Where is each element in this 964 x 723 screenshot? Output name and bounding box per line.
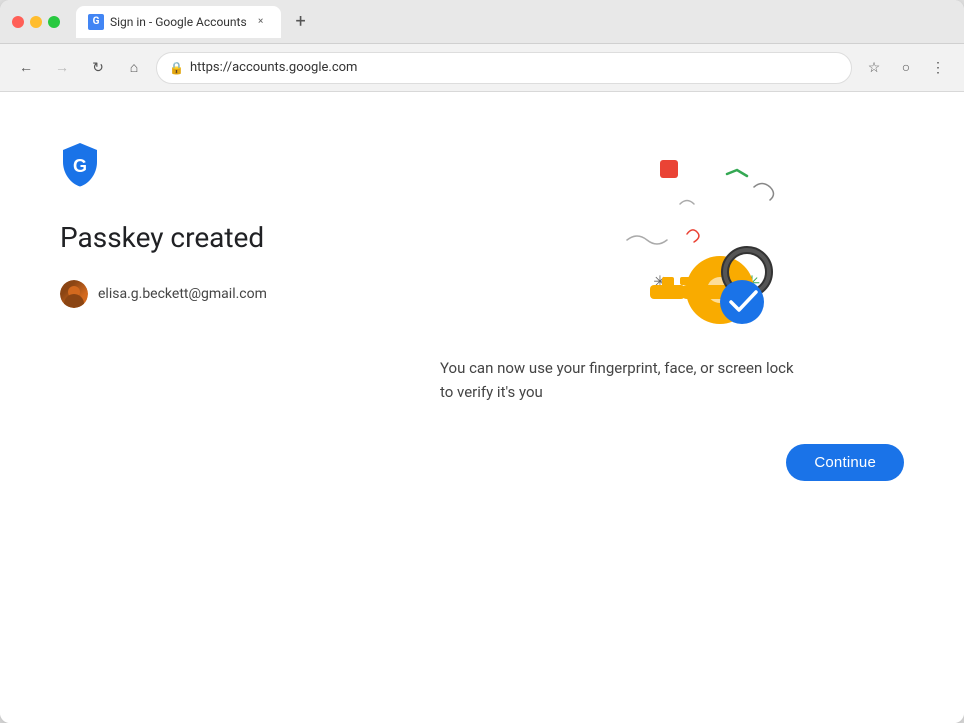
new-tab-button[interactable]: + [287, 8, 315, 36]
profile-button[interactable]: ○ [892, 54, 920, 82]
refresh-button[interactable]: ↻ [84, 54, 112, 82]
maximize-window-button[interactable] [48, 16, 60, 28]
right-panel: ✳ ✳ [440, 132, 904, 683]
user-info: elisa.g.beckett@gmail.com [60, 280, 440, 308]
continue-button[interactable]: Continue [786, 444, 904, 481]
avatar [60, 280, 88, 308]
bookmark-button[interactable]: ☆ [860, 54, 888, 82]
avatar-image [60, 280, 88, 308]
title-bar: G Sign in - Google Accounts × + [0, 0, 964, 44]
main-content: G Passkey created elisa.g.beckett@gmail.… [0, 92, 964, 723]
nav-actions: ☆ ○ ⋮ [860, 54, 952, 82]
left-panel: G Passkey created elisa.g.beckett@gmail.… [60, 132, 440, 683]
forward-button[interactable]: → [48, 54, 76, 82]
page-content: G Passkey created elisa.g.beckett@gmail.… [0, 92, 964, 723]
page-title: Passkey created [60, 220, 440, 256]
nav-bar: ← → ↻ ⌂ 🔒 https://accounts.google.com ☆ … [0, 44, 964, 92]
minimize-window-button[interactable] [30, 16, 42, 28]
passkey-illustration: ✳ ✳ [440, 132, 904, 332]
browser-window: G Sign in - Google Accounts × + ← → ↻ ⌂ [0, 0, 964, 723]
address-text: https://accounts.google.com [190, 60, 839, 75]
tab-area: G Sign in - Google Accounts × + [76, 6, 952, 38]
traffic-lights [12, 16, 60, 28]
google-logo: G [60, 142, 100, 188]
user-email: elisa.g.beckett@gmail.com [98, 286, 267, 302]
active-tab[interactable]: G Sign in - Google Accounts × [76, 6, 281, 38]
close-window-button[interactable] [12, 16, 24, 28]
address-bar[interactable]: 🔒 https://accounts.google.com [156, 52, 852, 84]
tab-favicon-letter: G [93, 16, 100, 27]
tab-close-button[interactable]: × [253, 14, 269, 30]
description-text: You can now use your fingerprint, face, … [440, 356, 794, 404]
tab-favicon: G [88, 14, 104, 30]
tab-label: Sign in - Google Accounts [110, 15, 247, 29]
menu-button[interactable]: ⋮ [924, 54, 952, 82]
home-button[interactable]: ⌂ [120, 54, 148, 82]
svg-text:G: G [73, 156, 87, 176]
lock-icon: 🔒 [169, 61, 184, 75]
back-button[interactable]: ← [12, 54, 40, 82]
